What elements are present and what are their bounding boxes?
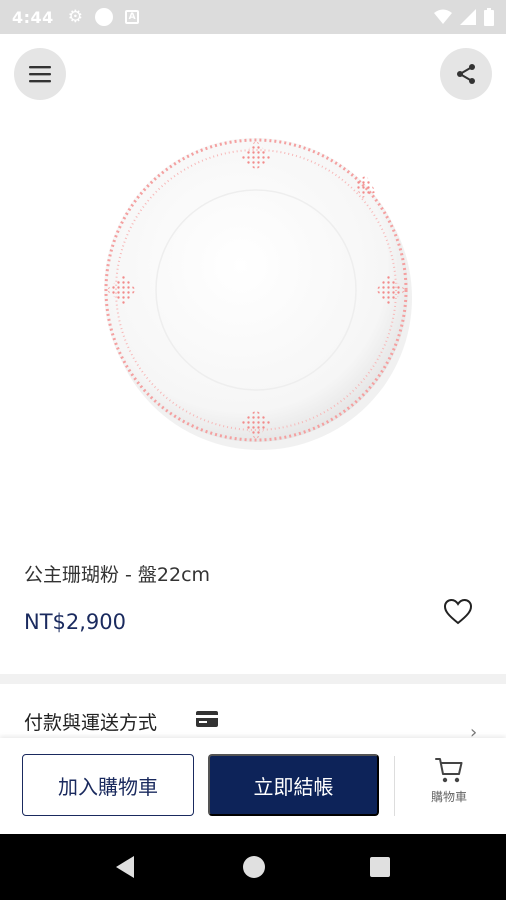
cart-icon (435, 758, 463, 783)
payment-shipping-label: 付款與運送方式 (24, 712, 158, 734)
share-icon (457, 64, 475, 84)
cart-tab-label: 購物車 (430, 790, 467, 804)
heart-icon (444, 599, 472, 625)
favorite-button[interactable] (442, 596, 474, 628)
status-right-group (434, 8, 494, 26)
section-divider (0, 674, 506, 684)
cart-tab[interactable]: 購物車 (404, 756, 494, 820)
system-nav-bar (0, 834, 506, 900)
status-bar: 4:44 ⚙ A (0, 0, 506, 34)
payment-shipping-row[interactable]: 付款與運送方式 › (0, 684, 506, 743)
signal-icon (460, 9, 476, 25)
status-time: 4:44 (12, 7, 54, 27)
battery-icon (484, 8, 494, 26)
product-name: 公主珊瑚粉 - 盤22cm (24, 564, 211, 586)
app-notification-icon: A (125, 10, 140, 24)
menu-button[interactable] (14, 48, 66, 100)
settings-status-icon: ⚙ (67, 7, 84, 27)
notification-dot-icon (95, 8, 114, 26)
add-to-cart-button[interactable]: 加入購物車 (22, 754, 194, 816)
credit-card-icon (196, 711, 218, 727)
product-plate-image (104, 138, 412, 450)
action-bar-divider (394, 756, 395, 816)
checkout-button[interactable]: 立即結帳 (208, 754, 379, 816)
menu-icon (29, 66, 51, 83)
nav-back-icon[interactable] (116, 856, 134, 878)
share-button[interactable] (440, 48, 492, 100)
product-price: NT$2,900 (24, 610, 127, 634)
wifi-icon (434, 9, 452, 24)
nav-home-icon[interactable] (243, 856, 265, 878)
bottom-action-bar: 加入購物車 立即結帳 購物車 (0, 738, 506, 834)
nav-recents-icon[interactable] (370, 857, 390, 877)
product-detail-screen: 4:44 ⚙ A 公主珊瑚粉 - 盤22cm NT$2,900 付款與運送方式 … (0, 0, 506, 900)
